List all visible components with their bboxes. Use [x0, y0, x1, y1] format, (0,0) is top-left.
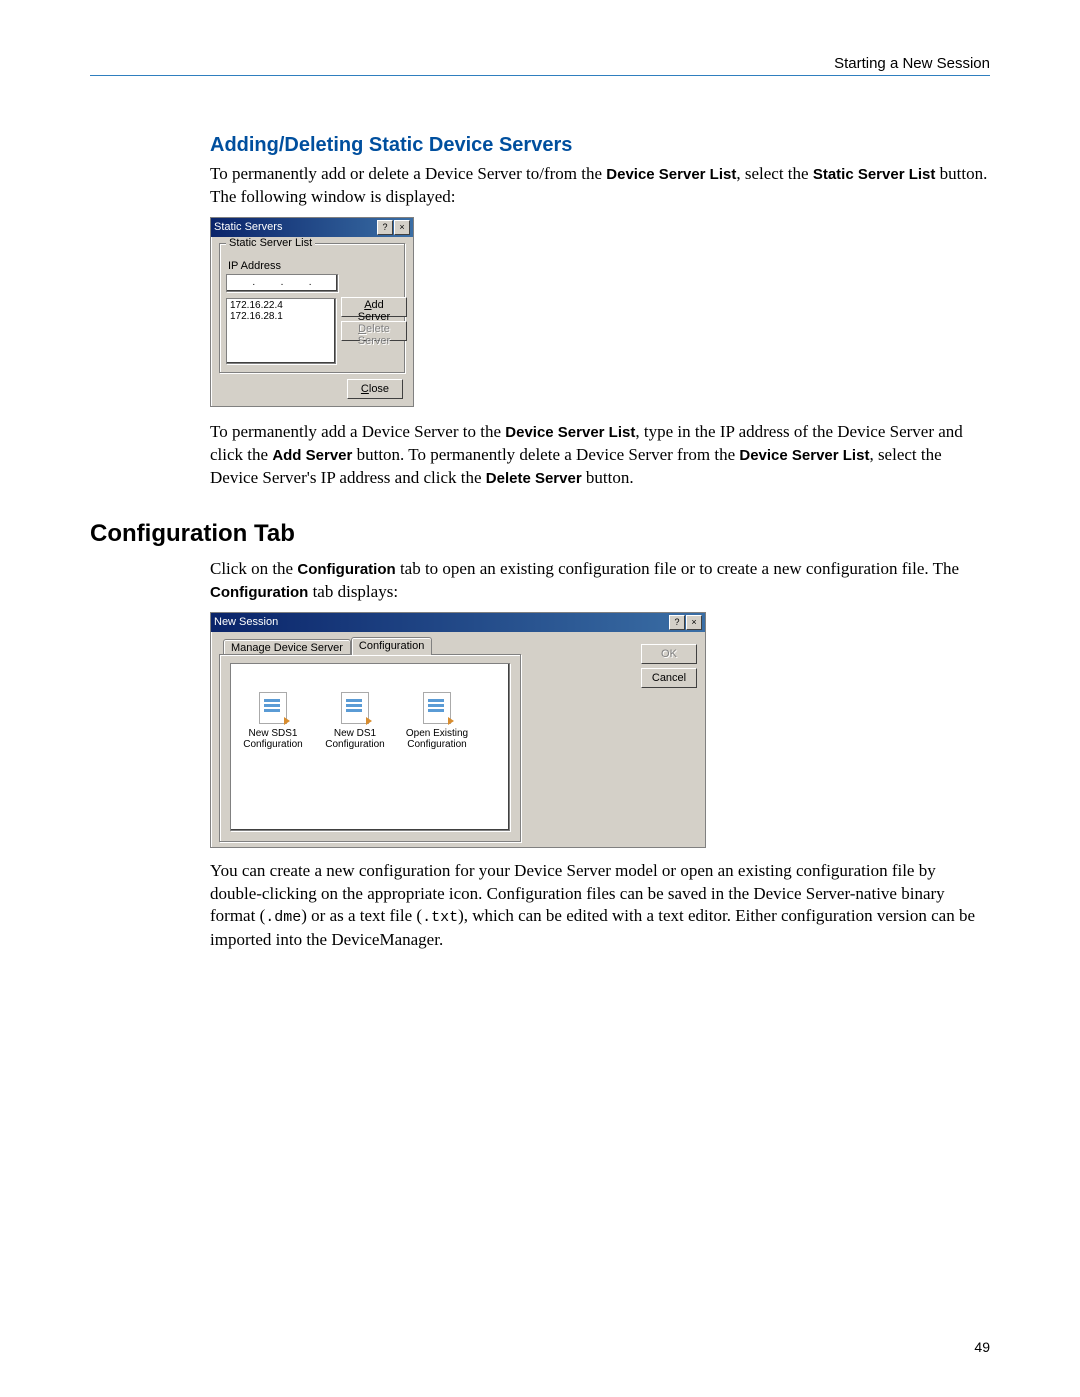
- header-right-text: Starting a New Session: [834, 55, 990, 72]
- static-servers-dialog: Static Servers ? × Static Server List IP…: [210, 217, 414, 407]
- new-session-dialog: New Session ? × Manage Device Server Con…: [210, 612, 706, 848]
- para-config-2: You can create a new configuration for y…: [210, 860, 990, 952]
- page-header: Starting a New Session: [90, 55, 990, 76]
- list-item[interactable]: 172.16.22.4: [230, 300, 332, 311]
- help-icon[interactable]: ?: [377, 220, 393, 235]
- ip-address-input[interactable]: ...: [226, 274, 338, 292]
- close-icon[interactable]: ×: [394, 220, 410, 235]
- heading-adding-deleting: Adding/Deleting Static Device Servers: [210, 134, 990, 157]
- list-item[interactable]: 172.16.28.1: [230, 311, 332, 322]
- close-icon[interactable]: ×: [686, 615, 702, 630]
- tabs: Manage Device Server Configuration: [223, 637, 697, 655]
- document-icon: [423, 692, 451, 724]
- dialog-titlebar: Static Servers ? ×: [211, 218, 413, 237]
- ip-address-label: IP Address: [228, 260, 398, 272]
- dialog-title: New Session: [214, 616, 278, 628]
- document-icon: [341, 692, 369, 724]
- new-sds1-config-icon[interactable]: New SDS1 Configuration: [237, 692, 309, 824]
- dialog-title: Static Servers: [214, 221, 282, 233]
- para-intro-1: To permanently add or delete a Device Se…: [210, 163, 990, 209]
- delete-server-button[interactable]: Delete Server: [341, 321, 407, 341]
- tab-pane: New SDS1 Configuration New DS1 Configura…: [219, 654, 521, 842]
- document-icon: [259, 692, 287, 724]
- server-listbox[interactable]: 172.16.22.4 172.16.28.1: [226, 298, 336, 364]
- icon-area: New SDS1 Configuration New DS1 Configura…: [230, 663, 510, 831]
- group-legend: Static Server List: [226, 237, 315, 249]
- tab-configuration[interactable]: Configuration: [351, 637, 432, 655]
- open-existing-config-icon[interactable]: Open Existing Configuration: [401, 692, 473, 824]
- heading-configuration-tab: Configuration Tab: [90, 520, 990, 548]
- add-server-button[interactable]: Add Server: [341, 297, 407, 317]
- page-number: 49: [974, 1339, 990, 1355]
- cancel-button[interactable]: Cancel: [641, 668, 697, 688]
- close-button[interactable]: Close: [347, 379, 403, 399]
- ok-button[interactable]: OK: [641, 644, 697, 664]
- para-config-1: Click on the Configuration tab to open a…: [210, 558, 990, 604]
- help-icon[interactable]: ?: [669, 615, 685, 630]
- dialog-titlebar: New Session ? ×: [211, 613, 705, 632]
- new-ds1-config-icon[interactable]: New DS1 Configuration: [319, 692, 391, 824]
- para-intro-2: To permanently add a Device Server to th…: [210, 421, 990, 490]
